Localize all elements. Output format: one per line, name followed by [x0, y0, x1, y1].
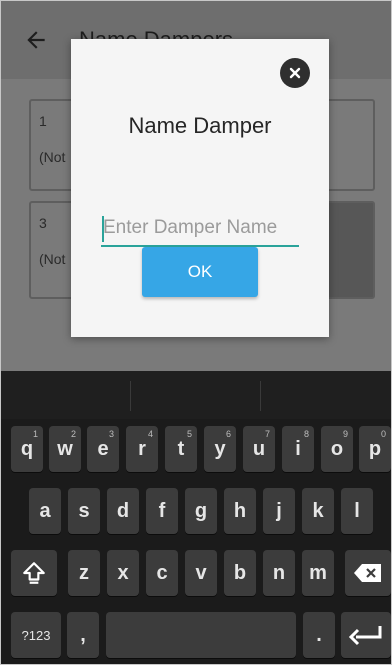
key-p[interactable]: p0: [359, 426, 391, 472]
soft-keyboard: q1 w2 e3 r4 t5 y6 u7 i8 o9 p0 a s d f g …: [1, 419, 391, 664]
key-q[interactable]: q1: [11, 426, 43, 472]
key-period[interactable]: .: [303, 612, 335, 658]
shift-key[interactable]: [11, 550, 57, 596]
key-comma[interactable]: ,: [67, 612, 99, 658]
key-s[interactable]: s: [68, 488, 100, 534]
damper-number: 3: [39, 215, 47, 231]
key-j[interactable]: j: [263, 488, 295, 534]
space-key[interactable]: [106, 612, 296, 658]
key-y[interactable]: y6: [204, 426, 236, 472]
key-z[interactable]: z: [68, 550, 100, 596]
key-r[interactable]: r4: [126, 426, 158, 472]
key-x[interactable]: x: [107, 550, 139, 596]
key-d[interactable]: d: [107, 488, 139, 534]
backspace-icon: [354, 564, 381, 582]
ok-button[interactable]: OK: [142, 247, 258, 297]
dialog-title: Name Damper: [128, 113, 272, 138]
close-button[interactable]: [280, 58, 310, 88]
suggestion-divider: [260, 381, 261, 411]
key-b[interactable]: b: [224, 550, 256, 596]
key-f[interactable]: f: [146, 488, 178, 534]
name-damper-dialog: Name Damper OK: [71, 39, 329, 337]
shift-icon: [23, 562, 45, 584]
key-o[interactable]: o9: [321, 426, 353, 472]
key-m[interactable]: m: [302, 550, 334, 596]
damper-status: (Not: [39, 149, 66, 165]
key-w[interactable]: w2: [49, 426, 81, 472]
text-cursor: [102, 216, 104, 242]
key-l[interactable]: l: [341, 488, 373, 534]
enter-key[interactable]: [341, 612, 391, 658]
suggestion-divider: [130, 381, 131, 411]
key-v[interactable]: v: [185, 550, 217, 596]
key-n[interactable]: n: [263, 550, 295, 596]
key-i[interactable]: i8: [282, 426, 314, 472]
damper-name-input[interactable]: [101, 211, 299, 247]
key-e[interactable]: e3: [87, 426, 119, 472]
keyboard-suggestion-strip: [1, 371, 391, 419]
damper-number: 1: [39, 113, 47, 129]
key-t[interactable]: t5: [165, 426, 197, 472]
key-g[interactable]: g: [185, 488, 217, 534]
key-h[interactable]: h: [224, 488, 256, 534]
damper-status: (Not: [39, 251, 66, 267]
back-arrow-icon[interactable]: [23, 27, 49, 53]
backspace-key[interactable]: [345, 550, 391, 596]
symbols-key[interactable]: ?123: [11, 612, 61, 658]
enter-icon: [348, 626, 382, 646]
key-k[interactable]: k: [302, 488, 334, 534]
close-icon: [289, 67, 301, 79]
screen: Name Dampers 1 (Not 2 3 (Not 4 q1 w2 e3 …: [0, 0, 392, 665]
key-c[interactable]: c: [146, 550, 178, 596]
key-a[interactable]: a: [29, 488, 61, 534]
key-u[interactable]: u7: [243, 426, 275, 472]
